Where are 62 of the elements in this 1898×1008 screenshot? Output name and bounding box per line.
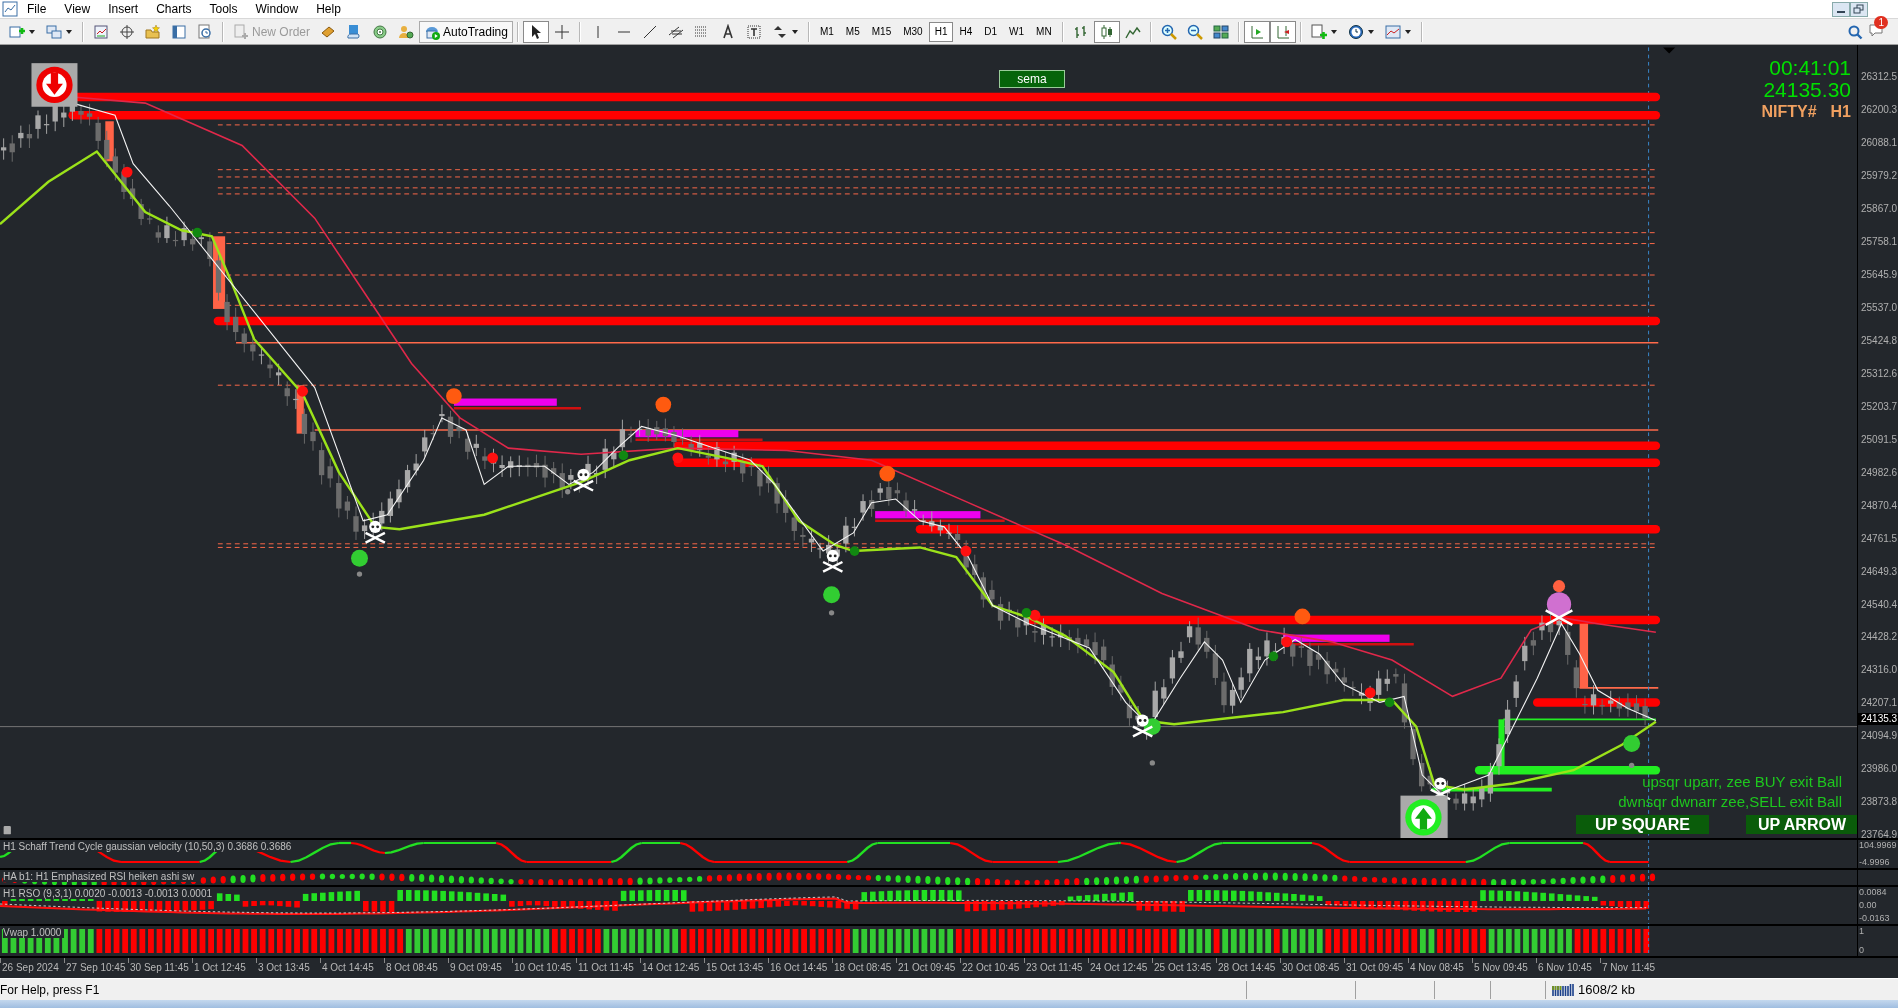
price-axis-label: 26312.5 — [1860, 71, 1898, 83]
timeframe-button[interactable]: D1 — [978, 21, 1004, 42]
menu-item[interactable]: Help — [307, 1, 350, 17]
price-axis-label: 25203.7 — [1860, 400, 1898, 413]
price-axis-label: 25867.0 — [1860, 202, 1898, 215]
timeframe-button[interactable]: M15 — [865, 21, 898, 42]
price-axis-label: 25091.5 — [1860, 433, 1898, 446]
timeframe-button[interactable]: MN — [1030, 21, 1058, 42]
autotrading-button[interactable]: AutoTrading — [419, 20, 513, 43]
indicator-axis-label: 0 — [1859, 945, 1865, 956]
timeframe-button[interactable]: H4 — [953, 21, 979, 42]
price-axis-label: 24982.6 — [1860, 466, 1898, 479]
price-axis-label: 25979.2 — [1860, 169, 1898, 182]
legend-text: upsqr uparr, zee BUY exit Ball — [1642, 772, 1842, 792]
clock-text: 00:41:01 — [1769, 57, 1851, 79]
price-axis-label: 25537.0 — [1860, 301, 1898, 314]
price-axis-label: 26200.3 — [1860, 103, 1898, 116]
indicator-label: Vwap 1.0000 — [3, 927, 65, 938]
current-price-tag: 24135.3 — [1858, 713, 1898, 725]
indicator-axis-label: 1 — [1859, 926, 1865, 937]
timeframe-button[interactable]: M1 — [813, 21, 840, 42]
price-axis-label: 24540.4 — [1860, 598, 1898, 611]
menu-item[interactable]: Charts — [147, 1, 201, 17]
indicator-axis-label: 0.0084 — [1859, 887, 1888, 898]
menu-item[interactable]: File — [18, 1, 56, 17]
signal-label: UP SQUARE — [1576, 815, 1709, 834]
indicator-axis-label: 0.00 — [1859, 900, 1878, 911]
period-text: H1 — [1830, 102, 1851, 122]
price-axis-label: 24428.2 — [1860, 631, 1898, 644]
timeframe-button[interactable]: M5 — [839, 21, 866, 42]
price-axis-label: 25758.1 — [1860, 235, 1898, 248]
traffic-text: 1608/2 kb — [1578, 982, 1636, 998]
price-axis-label: 25424.8 — [1860, 334, 1898, 347]
price-axis-label: 24094.9 — [1860, 730, 1898, 743]
price-axis-label: 24870.4 — [1860, 499, 1898, 512]
timeframe-button[interactable]: M30 — [897, 21, 929, 42]
price-axis-label: 26088.1 — [1860, 136, 1898, 149]
legend-text: dwnsqr dwnarr zee,SELL exit Ball — [1618, 792, 1842, 812]
menu-item[interactable]: Window — [246, 1, 308, 17]
price-axis-label: 24316.0 — [1860, 664, 1898, 677]
price-axis-label: 24761.5 — [1860, 532, 1898, 545]
help-text: For Help, press F1 — [0, 982, 101, 997]
menu-item[interactable]: View — [55, 1, 100, 17]
price-axis-label: 23764.9 — [1860, 829, 1898, 838]
symbol-text: NIFTY# — [1761, 102, 1817, 122]
indicator-axis-label: 104.9969 — [1859, 840, 1898, 851]
indicator-button[interactable]: sema — [999, 70, 1065, 88]
timeframe-button[interactable]: W1 — [1003, 21, 1031, 42]
menu-item[interactable]: Tools — [200, 1, 247, 17]
indicator-axis-label: -4.9996 — [1859, 857, 1891, 868]
menu-item[interactable]: Insert — [99, 1, 148, 17]
indicator-axis-label: -0.0163 — [1859, 913, 1891, 924]
price-axis-label: 24207.1 — [1860, 697, 1898, 710]
timeframe-button[interactable]: H1 — [928, 21, 954, 42]
price-axis-label: 25312.6 — [1860, 367, 1898, 380]
price-axis-label: 25645.9 — [1860, 268, 1898, 281]
signal-label: UP ARROW — [1746, 815, 1857, 834]
price-text: 24135.30 — [1763, 79, 1851, 101]
price-axis-label: 24649.3 — [1860, 565, 1898, 578]
price-axis-label: 23986.0 — [1860, 763, 1898, 776]
indicator-label: HA b1: H1 Emphasized RSI heiken ashi sw — [3, 871, 198, 882]
price-axis-label: 23873.8 — [1860, 796, 1898, 809]
